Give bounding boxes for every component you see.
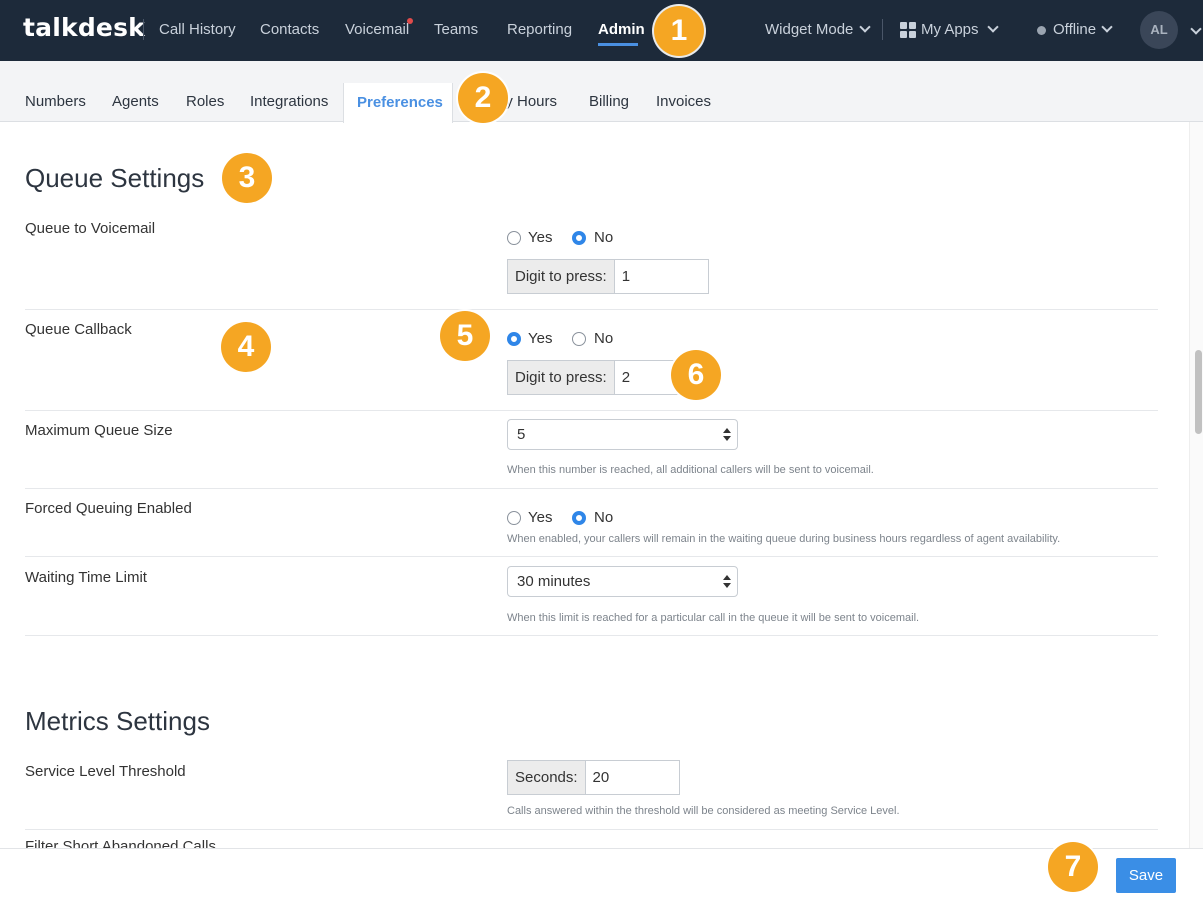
- nav-divider: [882, 19, 883, 40]
- status-label: Offline: [1053, 21, 1097, 38]
- widget-mode-dropdown[interactable]: Widget Mode: [765, 21, 872, 38]
- nav-item-admin[interactable]: Admin: [598, 21, 645, 38]
- queue-to-voicemail-no-label[interactable]: No: [594, 229, 613, 246]
- row-divider: [25, 829, 1158, 830]
- voicemail-digit-input[interactable]: 1: [614, 260, 708, 293]
- tab-roles[interactable]: Roles: [186, 93, 224, 110]
- metrics-settings-title: Metrics Settings: [25, 706, 210, 736]
- callout-badge: 2: [458, 73, 508, 123]
- filter-short-abandoned-label: Filter Short Abandoned Calls: [25, 838, 216, 848]
- queue-callback-label: Queue Callback: [25, 321, 132, 338]
- seconds-label: Seconds:: [508, 761, 586, 794]
- waiting-time-limit-value: 30 minutes: [517, 573, 591, 590]
- forced-queuing-no-label[interactable]: No: [594, 509, 613, 526]
- nav-item-contacts[interactable]: Contacts: [260, 21, 319, 38]
- row-divider: [25, 635, 1158, 636]
- digit-to-press-label: Digit to press:: [508, 260, 615, 293]
- max-queue-size-value: 5: [517, 426, 526, 443]
- widget-mode-label: Widget Mode: [765, 21, 854, 38]
- digit-to-press-label: Digit to press:: [508, 361, 615, 394]
- nav-item-voicemail[interactable]: Voicemail: [345, 21, 409, 38]
- select-arrows-icon: [723, 428, 731, 441]
- service-level-seconds-field[interactable]: Seconds: 20: [507, 760, 680, 795]
- max-queue-size-label: Maximum Queue Size: [25, 422, 173, 439]
- forced-queuing-yes-radio[interactable]: [507, 511, 521, 525]
- row-divider: [25, 556, 1158, 557]
- service-level-threshold-label: Service Level Threshold: [25, 763, 186, 780]
- callout-badge: 5: [440, 311, 490, 361]
- forced-queuing-yes-label[interactable]: Yes: [528, 509, 552, 526]
- tab-invoices[interactable]: Invoices: [656, 93, 711, 110]
- scrollbar-track[interactable]: [1189, 122, 1203, 848]
- avatar[interactable]: AL: [1140, 11, 1178, 49]
- queue-to-voicemail-yes-radio[interactable]: [507, 231, 521, 245]
- tab-preferences[interactable]: Preferences: [357, 94, 443, 111]
- max-queue-size-select[interactable]: 5: [507, 419, 738, 450]
- voicemail-notification-dot: [407, 18, 413, 24]
- callout-badge: 3: [222, 153, 272, 203]
- select-arrows-icon: [723, 575, 731, 588]
- status-indicator-icon: [1037, 26, 1046, 35]
- waiting-time-limit-label: Waiting Time Limit: [25, 569, 147, 586]
- footer-bar: [0, 848, 1203, 900]
- service-level-seconds-input[interactable]: 20: [585, 761, 679, 794]
- chevron-down-icon: [986, 21, 999, 33]
- active-nav-indicator: [598, 43, 638, 46]
- callout-badge: 6: [671, 350, 721, 400]
- callout-badge: 7: [1048, 842, 1098, 892]
- apps-grid-icon: [900, 22, 916, 38]
- admin-subtabs: Numbers Agents Roles Integrations Prefer…: [0, 61, 1203, 123]
- callout-badge: 4: [221, 322, 271, 372]
- callout-badge: 1: [654, 6, 704, 56]
- queue-settings-title: Queue Settings: [25, 163, 205, 193]
- talkdesk-logo[interactable]: talkdesk: [23, 13, 145, 42]
- my-apps-dropdown[interactable]: My Apps: [921, 21, 999, 38]
- queue-to-voicemail-yes-label[interactable]: Yes: [528, 229, 552, 246]
- tab-integrations[interactable]: Integrations: [250, 93, 328, 110]
- queue-callback-no-radio[interactable]: [572, 332, 586, 346]
- row-divider: [25, 410, 1158, 411]
- forced-queuing-help: When enabled, your callers will remain i…: [507, 533, 1061, 545]
- row-divider: [25, 309, 1158, 310]
- tab-agents[interactable]: Agents: [112, 93, 159, 110]
- chevron-down-icon: [859, 21, 872, 33]
- waiting-time-limit-help: When this limit is reached for a particu…: [507, 612, 920, 624]
- max-queue-size-help: When this number is reached, all additio…: [507, 464, 874, 476]
- forced-queuing-no-radio[interactable]: [572, 511, 586, 525]
- nav-divider: [143, 19, 144, 40]
- scrollbar-thumb[interactable]: [1195, 350, 1202, 434]
- save-button[interactable]: Save: [1116, 858, 1176, 893]
- status-dropdown[interactable]: Offline: [1053, 21, 1113, 38]
- queue-to-voicemail-label: Queue to Voicemail: [25, 220, 156, 237]
- queue-callback-no-label[interactable]: No: [594, 330, 613, 347]
- callback-digit-field[interactable]: Digit to press: 2: [507, 360, 687, 395]
- nav-item-teams[interactable]: Teams: [434, 21, 478, 38]
- my-apps-label: My Apps: [921, 21, 979, 38]
- row-divider: [25, 488, 1158, 489]
- voicemail-digit-field[interactable]: Digit to press: 1: [507, 259, 709, 294]
- nav-item-call-history[interactable]: Call History: [159, 21, 236, 38]
- top-nav-bar: talkdesk Call History Contacts Voicemail…: [0, 0, 1203, 61]
- queue-callback-yes-label[interactable]: Yes: [528, 330, 552, 347]
- forced-queuing-label: Forced Queuing Enabled: [25, 500, 192, 517]
- tab-numbers[interactable]: Numbers: [25, 93, 86, 110]
- waiting-time-limit-select[interactable]: 30 minutes: [507, 566, 738, 597]
- service-level-help: Calls answered within the threshold will…: [507, 805, 900, 817]
- chevron-down-icon: [1101, 21, 1113, 33]
- chevron-down-icon[interactable]: [1190, 23, 1202, 35]
- nav-item-reporting[interactable]: Reporting: [507, 21, 572, 38]
- tab-billing[interactable]: Billing: [589, 93, 629, 110]
- queue-callback-yes-radio[interactable]: [507, 332, 521, 346]
- queue-to-voicemail-no-radio[interactable]: [572, 231, 586, 245]
